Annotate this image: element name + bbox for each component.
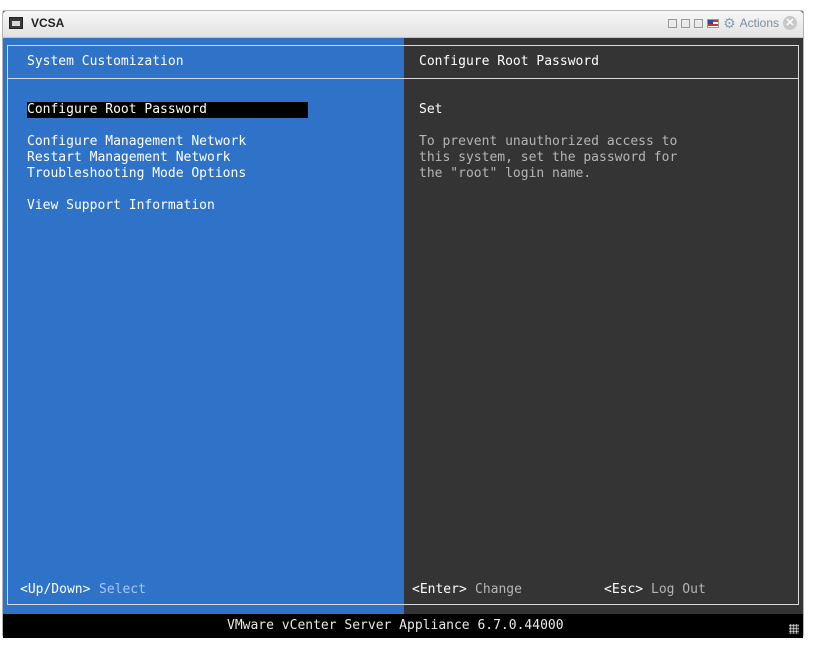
actions-menu-button[interactable]: Actions <box>740 16 779 30</box>
footer-select-label: Select <box>99 582 146 597</box>
fullscreen-icon[interactable] <box>681 18 691 28</box>
window-title: VCSA <box>31 16 65 30</box>
keyboard-flag-icon[interactable] <box>707 18 720 28</box>
menu-item-view-support-information[interactable]: View Support Information <box>27 198 215 214</box>
console-window: VCSA ⚙ Actions ✕ System Customization Co… <box>2 10 804 638</box>
description-line-1: To prevent unauthorized access to <box>419 134 678 149</box>
status-bar: VMware vCenter Server Appliance 6.7.0.44… <box>3 614 803 638</box>
left-panel <box>3 38 404 614</box>
menu-item-configure-management-network[interactable]: Configure Management Network <box>27 134 246 150</box>
header-divider <box>7 78 799 79</box>
footer-updown-key: <Up/Down> <box>20 582 91 597</box>
menu-item-configure-root-password[interactable]: Configure Root Password <box>27 102 207 118</box>
right-panel <box>404 38 803 614</box>
password-status: Set <box>419 102 443 117</box>
appliance-version-text: VMware vCenter Server Appliance 6.7.0.44… <box>227 618 564 633</box>
menu-item-troubleshooting-mode-options[interactable]: Troubleshooting Mode Options <box>27 166 246 182</box>
window-icon[interactable] <box>694 18 704 28</box>
description-line-3: the "root" login name. <box>419 166 592 181</box>
resize-grip-icon[interactable] <box>789 624 799 634</box>
console-screen[interactable]: System Customization Configure Root Pass… <box>3 38 803 638</box>
gear-icon[interactable]: ⚙ <box>723 16 736 30</box>
footer-logout-label: Log Out <box>651 582 706 597</box>
close-icon[interactable]: ✕ <box>783 16 797 30</box>
menu-item-restart-management-network[interactable]: Restart Management Network <box>27 150 231 166</box>
titlebar-controls: ⚙ Actions ✕ <box>668 16 797 30</box>
right-panel-header: Configure Root Password <box>419 54 600 69</box>
footer-change-label: Change <box>475 582 522 597</box>
footer-enter-key: <Enter> <box>412 582 467 597</box>
send-keys-icon[interactable] <box>668 18 678 28</box>
window-titlebar: VCSA ⚙ Actions ✕ <box>3 11 803 38</box>
footer-esc-key: <Esc> <box>604 582 644 597</box>
left-panel-header: System Customization <box>27 54 184 69</box>
description-line-2: this system, set the password for <box>419 150 678 165</box>
console-icon <box>9 17 23 29</box>
